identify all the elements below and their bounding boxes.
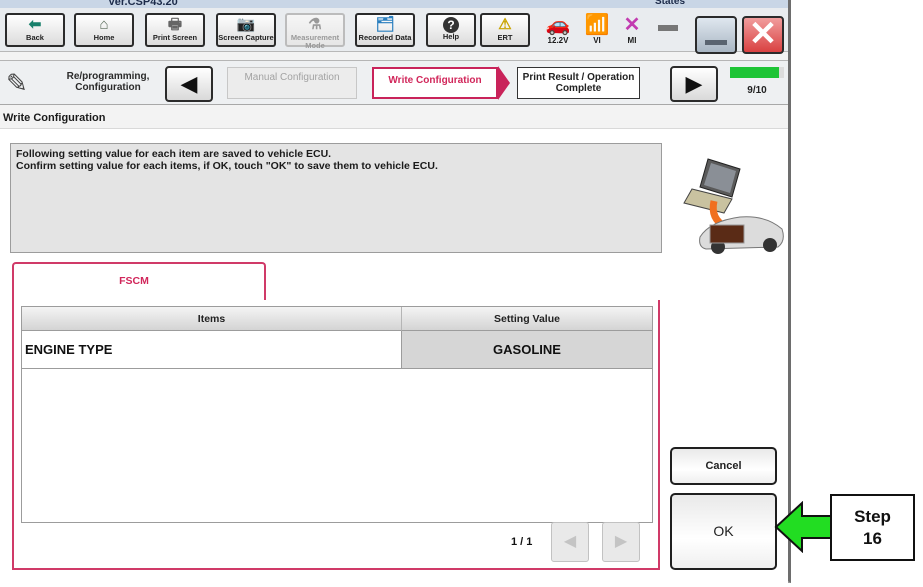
help-icon: ? xyxy=(443,17,459,33)
close-icon: ✕ xyxy=(748,15,778,53)
page-prev-button[interactable]: ◀ xyxy=(551,522,589,562)
arrow-left-icon: ◀ xyxy=(563,533,577,550)
reprogramming-icon: ✎ xyxy=(6,68,28,98)
recorded-data-button[interactable]: 🗂 Recorded Data xyxy=(355,13,415,47)
message-line: Confirm setting value for each items, if… xyxy=(16,160,438,172)
minimize-button[interactable] xyxy=(695,16,737,54)
version-label: Ver.CSP43.20 xyxy=(108,0,178,8)
next-step-button[interactable]: ▶ xyxy=(670,66,718,102)
step-pointer-arrow-icon xyxy=(774,501,833,553)
step-callout: Step 16 xyxy=(830,494,915,561)
tab-fscm[interactable]: FSCM xyxy=(12,262,266,302)
laptop-to-vehicle-illustration xyxy=(683,158,784,254)
measurement-icon: ⚗ xyxy=(308,16,322,33)
car-icon xyxy=(699,216,784,254)
prev-step-button[interactable]: ◀ xyxy=(165,66,213,102)
battery-status: ▬ xyxy=(653,14,683,36)
progress-indicator: 9/10 xyxy=(730,67,784,101)
arrow-left-icon: ◀ xyxy=(180,71,198,96)
progress-fill xyxy=(730,67,779,78)
column-header-items: Items xyxy=(22,307,402,331)
column-header-setting-value: Setting Value xyxy=(402,307,652,331)
help-button[interactable]: ? Help xyxy=(426,13,476,47)
step-callout-number: 16 xyxy=(863,529,882,548)
screen-capture-button[interactable]: 📷 Screen Capture xyxy=(216,13,276,47)
tab-label: FSCM xyxy=(119,275,149,287)
step-write-configuration: Write Configuration xyxy=(372,67,498,99)
camera-icon: 📷 xyxy=(236,16,256,33)
settings-table: Items Setting Value ENGINE TYPE GASOLINE xyxy=(21,306,653,523)
car-icon: 🚗 xyxy=(545,14,571,36)
minimize-icon xyxy=(705,40,727,45)
measurement-mode-button[interactable]: ⚗ Measurement Mode xyxy=(285,13,345,50)
step-manual-configuration: Manual Configuration xyxy=(227,67,357,99)
item-cell: ENGINE TYPE xyxy=(22,331,402,368)
mi-disconnected-icon: ✕ xyxy=(623,14,641,36)
toolbar: ⬅ Back ⌂ Home 🖶 Print Screen 📷 Screen Ca… xyxy=(0,8,788,54)
battery-voltage-status: 🚗 12.2V xyxy=(538,14,578,45)
ert-button[interactable]: ⚠ ERT xyxy=(480,13,530,47)
signal-icon: 📶 xyxy=(584,14,610,36)
consult-app-window: Ver.CSP43.20 States ⬅ Back ⌂ Home 🖶 Prin… xyxy=(0,0,791,583)
back-button[interactable]: ⬅ Back xyxy=(5,13,65,47)
progress-track xyxy=(730,67,784,78)
title-bar: Ver.CSP43.20 States xyxy=(0,0,788,8)
progress-text: 9/10 xyxy=(747,85,767,96)
setting-value-cell: GASOLINE xyxy=(402,331,652,368)
step-navigation: ✎ Re/programming, Configuration ◀ Manual… xyxy=(0,60,788,105)
section-label: Re/programming, Configuration xyxy=(66,71,150,93)
page-counter: 1 / 1 xyxy=(511,536,533,548)
vi-status: 📶 VI xyxy=(582,14,612,45)
instruction-message: Following setting value for each item ar… xyxy=(10,143,662,253)
back-arrow-icon: ⬅ xyxy=(28,16,42,33)
step-print-result: Print Result / Operation Complete xyxy=(517,67,640,99)
cancel-button[interactable]: Cancel xyxy=(670,447,777,485)
step-callout-label: Step xyxy=(854,507,891,526)
states-label: States xyxy=(655,0,686,7)
arrow-right-icon: ▶ xyxy=(685,71,703,96)
table-row[interactable]: ENGINE TYPE GASOLINE xyxy=(22,331,652,369)
content-area: Following setting value for each item ar… xyxy=(0,128,788,583)
warning-icon: ⚠ xyxy=(498,16,512,33)
arrow-right-icon: ▶ xyxy=(614,533,628,550)
home-button[interactable]: ⌂ Home xyxy=(74,13,134,47)
recorded-data-icon: 🗂 xyxy=(375,16,395,33)
print-screen-button[interactable]: 🖶 Print Screen xyxy=(145,13,205,47)
page-next-button[interactable]: ▶ xyxy=(602,522,640,562)
printer-icon: 🖶 xyxy=(167,16,183,33)
page-title: Write Configuration xyxy=(3,112,106,124)
close-button[interactable]: ✕ xyxy=(742,16,784,54)
mi-status: ✕ MI xyxy=(617,14,647,45)
home-icon: ⌂ xyxy=(99,16,109,33)
ok-button[interactable]: OK xyxy=(670,493,777,570)
message-line: Following setting value for each item ar… xyxy=(16,148,332,160)
tab-panel: Items Setting Value ENGINE TYPE GASOLINE… xyxy=(12,300,660,570)
current-step-pointer xyxy=(498,66,510,100)
battery-icon: ▬ xyxy=(658,14,678,36)
